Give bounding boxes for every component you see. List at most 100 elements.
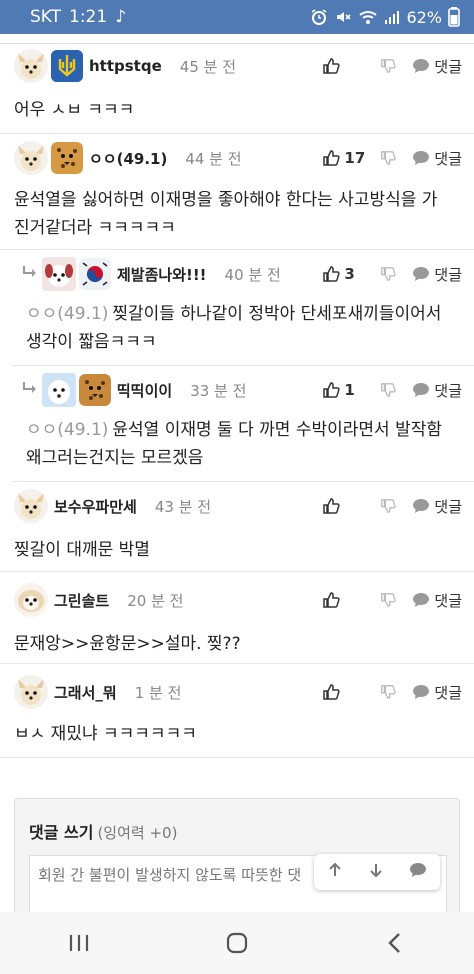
thumbs-down-icon — [381, 685, 397, 699]
reply-label: 댓글 — [434, 591, 462, 610]
reply-button[interactable]: 댓글 — [412, 264, 462, 285]
like-button[interactable]: 17 — [322, 149, 380, 167]
like-button[interactable] — [322, 683, 380, 701]
speech-bubble-icon — [413, 151, 430, 165]
dislike-button[interactable] — [380, 498, 410, 514]
comment-text-line: 윤석열을 싫어하면 이재명을 좋아해야 한다는 사고방식을 가 — [14, 190, 438, 210]
thumbs-up-icon — [323, 592, 341, 608]
mention-tag[interactable]: ㅇㅇ(49.1) — [26, 420, 108, 440]
scroll-down-icon[interactable] — [368, 862, 384, 882]
comment-nickname[interactable]: ㅇㅇ(49.1) — [89, 148, 167, 169]
comment-text-line: ㅇㅇ(49.1) 윤석열 이재명 둘 다 까면 수박이라면서 발작함 — [26, 416, 456, 444]
dislike-button[interactable] — [380, 592, 410, 608]
write-title-text: 댓글 쓰기 — [29, 823, 94, 842]
comment-time: 1 분 전 — [134, 683, 182, 702]
reply-button[interactable]: 댓글 — [412, 56, 462, 77]
carrier-label: SKT — [30, 7, 62, 27]
reply-label: 댓글 — [434, 497, 462, 516]
thumbs-up-icon — [323, 684, 341, 700]
dislike-button[interactable] — [380, 684, 410, 700]
comment-time: 40 분 전 — [224, 265, 281, 284]
back-button[interactable] — [355, 912, 435, 974]
reply-button[interactable]: 댓글 — [412, 590, 462, 611]
scroll-up-icon[interactable] — [327, 862, 343, 882]
speech-bubble-icon — [413, 593, 430, 607]
avatar-chihuahua[interactable] — [14, 675, 48, 709]
comment-text: ㅂㅅ 재밌냐 ㅋㅋㅋㅋㅋㅋ — [14, 724, 197, 744]
comment-time: 44 분 전 — [185, 149, 242, 168]
comment-text: ㅇㅇ(49.1) 윤석열 이재명 둘 다 까면 수박이라면서 발작함 왜그러는건지… — [26, 416, 456, 472]
avatar-shihtzu[interactable] — [14, 583, 48, 617]
cheetah-badge-icon — [79, 374, 111, 406]
comment-time: 20 분 전 — [127, 591, 184, 610]
recent-apps-button[interactable] — [39, 912, 119, 974]
avatar-chihuahua[interactable] — [14, 489, 48, 523]
home-icon — [226, 932, 248, 954]
comment-text: 찢갈이 대깨문 박멸 — [14, 540, 150, 560]
comment-time: 43 분 전 — [154, 497, 212, 516]
like-count: 17 — [344, 149, 366, 167]
dislike-button[interactable] — [380, 266, 410, 282]
reply-label: 댓글 — [434, 683, 462, 702]
thumbs-up-icon — [323, 498, 341, 514]
speech-bubble-icon — [413, 499, 430, 513]
comment-text: 어우 ㅅㅂ ㅋㅋㅋ — [14, 100, 135, 120]
status-bar: SKT 1:21 ♪ 62% — [0, 0, 474, 34]
reply-button[interactable]: 댓글 — [412, 380, 462, 401]
thumbs-down-icon — [381, 267, 397, 281]
thumbs-up-icon — [323, 58, 341, 74]
comment-nickname[interactable]: 그린솔트 — [54, 590, 109, 611]
clock: 1:21 — [69, 7, 108, 27]
thumbs-down-icon — [381, 499, 397, 513]
comment-time: 45 분 전 — [179, 57, 237, 76]
comment-nickname[interactable]: 그래서_뭐 — [54, 682, 117, 703]
home-button[interactable] — [197, 912, 277, 974]
reply-label: 댓글 — [434, 381, 462, 400]
comment-nickname[interactable]: 보수우파만세 — [54, 496, 137, 517]
like-button[interactable]: 1 — [322, 381, 380, 399]
comment-nickname[interactable]: 띡띡이이 — [117, 380, 172, 401]
write-title: 댓글 쓰기 (잉여력 +0) — [29, 819, 177, 843]
dislike-button[interactable] — [380, 58, 410, 74]
comment-text: ㅇㅇ(49.1) 찢갈이들 하나같이 정박아 단세포새끼들이어서 생각이 짧음ㅋㅋ… — [26, 300, 456, 356]
thumbs-up-icon — [323, 150, 341, 166]
dislike-button[interactable] — [380, 382, 410, 398]
comment-text-line: 생각이 짧음ㅋㅋㅋ — [26, 332, 157, 352]
speech-bubble-icon — [413, 267, 430, 281]
thumbs-down-icon — [381, 383, 397, 397]
comment-nickname[interactable]: httpstqe — [89, 57, 162, 75]
signal-icon — [384, 9, 400, 25]
comment-text: 문재앙>>윤항문>>설마. 찢?? — [14, 634, 241, 654]
mention-tag[interactable]: ㅇㅇ(49.1) — [26, 304, 108, 324]
speech-bubble-icon — [413, 383, 430, 397]
comment-bubble-icon[interactable] — [409, 862, 427, 882]
avatar-puppy[interactable] — [42, 257, 76, 291]
floating-controls — [314, 854, 440, 890]
reply-item: 제발좀나와!!! 40 분 전 3 댓글 ㅇㅇ(49.1) 찢갈이들 하나같이 정… — [12, 250, 474, 366]
comment-item: 보수우파만세 43 분 전 댓글 찢갈이 대깨문 박멸 — [0, 482, 474, 572]
music-note-icon: ♪ — [115, 7, 127, 27]
thumbs-down-icon — [381, 59, 397, 73]
avatar-chihuahua[interactable] — [14, 141, 48, 175]
reply-button[interactable]: 댓글 — [412, 682, 462, 703]
dislike-button[interactable] — [380, 150, 410, 166]
comment-nickname[interactable]: 제발좀나와!!! — [117, 264, 207, 285]
thumbs-down-icon — [381, 593, 397, 607]
like-button[interactable] — [322, 591, 380, 609]
reply-arrow-icon — [22, 381, 38, 399]
reply-button[interactable]: 댓글 — [412, 148, 462, 169]
reply-button[interactable]: 댓글 — [412, 496, 462, 517]
avatar-chihuahua[interactable] — [14, 49, 48, 83]
battery-icon — [448, 7, 460, 27]
ukraine-trident-icon — [51, 50, 83, 82]
write-subtitle: (잉여력 +0) — [97, 824, 178, 842]
comment-text: 윤석열을 싫어하면 이재명을 좋아해야 한다는 사고방식을 가 진거같더라 ㅋㅋ… — [14, 186, 462, 242]
like-button[interactable]: 3 — [322, 265, 380, 283]
comment-item: 그래서_뭐 1 분 전 댓글 ㅂㅅ 재밌냐 ㅋㅋㅋㅋㅋㅋ — [0, 664, 474, 758]
like-count: 3 — [344, 265, 355, 283]
avatar-white-dog[interactable] — [42, 373, 76, 407]
comment-time: 33 분 전 — [190, 381, 247, 400]
comment-text-line: 왜그러는건지는 모르겠음 — [26, 448, 204, 468]
like-button[interactable] — [322, 497, 380, 515]
like-button[interactable] — [322, 57, 380, 75]
